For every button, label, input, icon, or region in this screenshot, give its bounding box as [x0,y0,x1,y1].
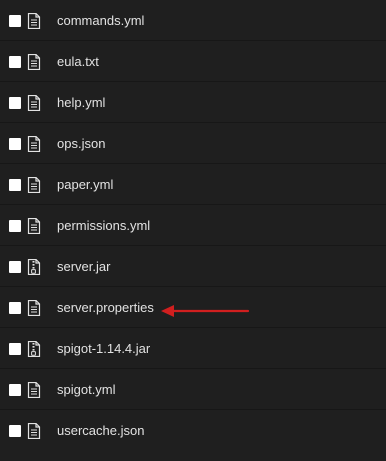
file-name-link[interactable]: server.properties [57,299,154,317]
file-row[interactable]: spigot-1.14.4.jar [0,329,386,369]
select-checkbox[interactable] [9,138,21,150]
file-row[interactable]: usercache.json [0,411,386,451]
file-name-link[interactable]: permissions.yml [57,217,150,235]
file-row[interactable]: paper.yml [0,165,386,205]
file-row[interactable]: server.jar [0,247,386,287]
file-name-link[interactable]: ops.json [57,135,105,153]
text-file-icon [27,177,41,193]
red-arrow-annotation-icon [158,300,252,320]
file-row[interactable]: commands.yml [0,1,386,41]
file-name-link[interactable]: spigot.yml [57,381,116,399]
file-row[interactable]: help.yml [0,83,386,123]
text-file-icon [27,423,41,439]
text-file-icon [27,218,41,234]
text-file-icon [27,95,41,111]
file-row[interactable]: ops.json [0,124,386,164]
file-row[interactable]: permissions.yml [0,206,386,246]
file-name-link[interactable]: help.yml [57,94,105,112]
select-checkbox[interactable] [9,302,21,314]
file-row[interactable]: eula.txt [0,42,386,82]
file-name-link[interactable]: commands.yml [57,12,144,30]
select-checkbox[interactable] [9,179,21,191]
file-name-link[interactable]: usercache.json [57,422,144,440]
select-checkbox[interactable] [9,343,21,355]
text-file-icon [27,136,41,152]
file-list: commands.yml eula.txt help.yml ops.json … [0,0,386,461]
file-name-link[interactable]: eula.txt [57,53,99,71]
text-file-icon [27,54,41,70]
file-row[interactable]: spigot.yml [0,370,386,410]
archive-file-icon [27,341,41,357]
text-file-icon [27,382,41,398]
file-name-link[interactable]: paper.yml [57,176,113,194]
select-checkbox[interactable] [9,261,21,273]
select-checkbox[interactable] [9,384,21,396]
select-checkbox[interactable] [9,425,21,437]
select-checkbox[interactable] [9,97,21,109]
select-checkbox[interactable] [9,220,21,232]
file-name-link[interactable]: server.jar [57,258,110,276]
file-name-link[interactable]: spigot-1.14.4.jar [57,340,150,358]
select-checkbox[interactable] [9,15,21,27]
text-file-icon [27,300,41,316]
text-file-icon [27,13,41,29]
select-checkbox[interactable] [9,56,21,68]
archive-file-icon [27,259,41,275]
